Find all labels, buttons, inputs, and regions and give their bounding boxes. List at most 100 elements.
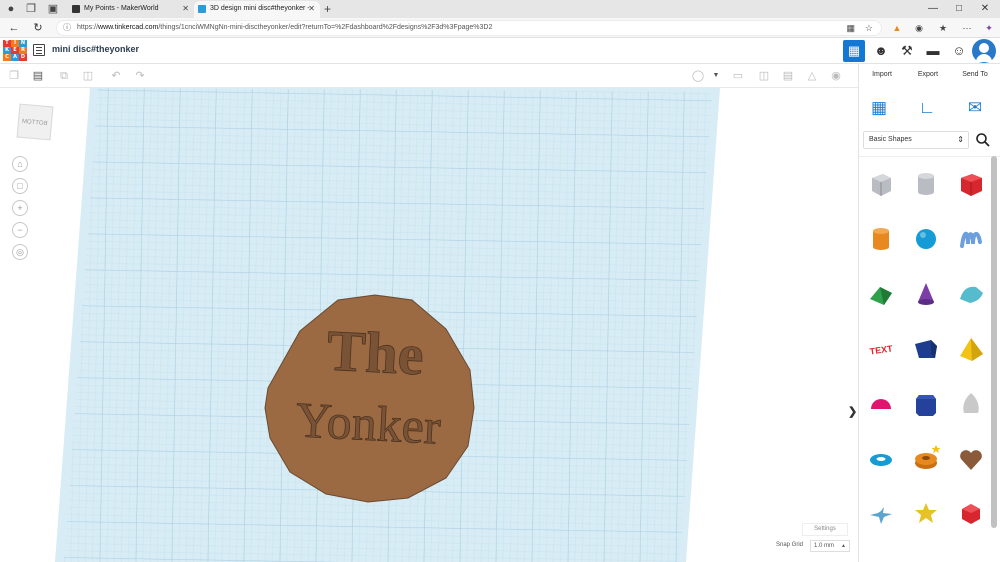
workplane-canvas[interactable]: The Yonker BOTTOM ⌂ □ + − ◎ Settings Sna… [0, 88, 858, 562]
group-icon[interactable]: ▭ [730, 68, 746, 84]
zoom-out-icon[interactable]: − [12, 222, 28, 238]
puzzle-icon[interactable]: ◉ [912, 20, 926, 36]
zoom-in-icon[interactable]: + [12, 200, 28, 216]
url-path: /things/1cnciWMNgNn-mini-disctheyonker/e… [158, 24, 493, 31]
home-view-icon[interactable]: ⌂ [12, 156, 28, 172]
bricks-icon[interactable]: ⚒ [896, 40, 918, 62]
view-cube[interactable]: BOTTOM [16, 103, 54, 141]
shape-half-sphere[interactable] [866, 389, 896, 419]
notes-icon[interactable]: ✉ [963, 96, 987, 120]
shape-star[interactable] [866, 499, 896, 529]
workspaces-icon[interactable]: ❐ [24, 2, 38, 16]
shape-cylinder-hole[interactable] [911, 169, 941, 199]
site-info-icon[interactable]: ⓘ [63, 21, 71, 35]
logo-letter: E [11, 47, 19, 54]
shape-sphere[interactable] [911, 224, 941, 254]
star-gold-icon [915, 503, 937, 523]
close-tab-icon[interactable]: ✕ [308, 1, 315, 17]
favorite-star-icon[interactable]: ☆ [865, 21, 873, 35]
shape-heart[interactable] [956, 444, 986, 474]
shape-paraboloid[interactable] [956, 389, 986, 419]
shape-category-select[interactable]: Basic Shapes ⇕ [863, 131, 969, 149]
close-window-icon[interactable]: ✕ [974, 0, 996, 18]
design-title[interactable]: mini disc#theyonker [52, 44, 139, 54]
redo-icon[interactable]: ↷ [132, 68, 148, 84]
shape-text[interactable]: TEXT [866, 334, 896, 364]
reload-icon[interactable]: ↻ [30, 20, 46, 36]
tab-tinkercad[interactable]: 3D design mini disc#theyonker - ✕ [194, 1, 320, 18]
url-input[interactable]: ⓘ https://www.tinkercad.com/things/1cnci… [56, 20, 882, 36]
fit-view-icon[interactable]: □ [12, 178, 28, 194]
copy-icon[interactable]: ❐ [6, 68, 22, 84]
scrollbar[interactable] [991, 156, 997, 528]
shape-roof[interactable] [866, 279, 896, 309]
tube-icon [915, 445, 941, 469]
light-bulb-icon[interactable]: ◯ [690, 68, 706, 84]
copilot-icon[interactable]: ✦ [982, 20, 996, 36]
shape-wedge[interactable] [911, 334, 941, 364]
box-icon [961, 174, 982, 196]
cruise-icon[interactable]: ◉ [828, 68, 844, 84]
extension-icon[interactable]: ▲ [890, 20, 904, 36]
cylinder-hole-icon [918, 173, 934, 195]
shape-torus[interactable] [866, 444, 896, 474]
settings-button[interactable]: Settings [802, 523, 848, 536]
browser-window: ● ❐ ▣ My Points - MakerWorld ✕ 3D design… [0, 0, 1000, 562]
disc-text-line2[interactable]: Yonker [294, 391, 443, 455]
3d-view-icon[interactable]: ▦ [843, 40, 865, 62]
shape-box[interactable] [956, 169, 986, 199]
tab-actions-icon[interactable]: ▣ [46, 2, 60, 16]
import-button[interactable]: Import [859, 64, 905, 88]
shape-box-hole[interactable] [866, 169, 896, 199]
more-icon[interactable]: ⋯ [960, 20, 974, 36]
perspective-icon[interactable]: ◎ [12, 244, 28, 260]
ruler-icon[interactable]: ∟ [915, 96, 939, 120]
shape-star-gold[interactable] [911, 499, 941, 529]
mirror-icon[interactable]: △ [804, 68, 820, 84]
shape-polygon[interactable] [911, 389, 941, 419]
panel-tabs: Import Export Send To [859, 64, 1000, 88]
shape-tube[interactable] [911, 444, 941, 474]
shape-round-roof[interactable] [956, 279, 986, 309]
duplicate-icon[interactable]: ⧉ [56, 68, 72, 84]
export-button[interactable]: Export [905, 64, 951, 88]
tab-makerworld[interactable]: My Points - MakerWorld ✕ [68, 1, 194, 18]
close-tab-icon[interactable]: ✕ [182, 1, 189, 17]
disc-text-line1[interactable]: The [325, 317, 426, 388]
workplane-grid[interactable]: The Yonker [0, 88, 858, 562]
snap-grid-value: 1.0 mm [814, 543, 835, 549]
url-prefix: https:// [77, 24, 99, 31]
design-list-icon[interactable] [33, 44, 45, 56]
logo-letter: K [3, 47, 11, 54]
undo-icon[interactable]: ↶ [108, 68, 124, 84]
blocks-icon[interactable]: ☻ [870, 40, 892, 62]
collapse-panel-icon[interactable]: ❯ [848, 405, 857, 418]
tinkercad-logo[interactable]: TIN KER CAD [3, 40, 27, 62]
add-user-icon[interactable]: ☺ [948, 40, 970, 62]
maximize-icon[interactable]: □ [948, 0, 970, 18]
avatar[interactable] [972, 39, 996, 63]
minimize-icon[interactable]: — [922, 0, 944, 18]
ungroup-icon[interactable]: ◫ [756, 68, 772, 84]
paste-icon[interactable]: ▤ [30, 68, 46, 84]
chevron-down-icon[interactable]: ▼ [708, 68, 724, 84]
shape-scribble[interactable] [956, 224, 986, 254]
new-tab-icon[interactable]: + [324, 1, 331, 17]
shape-icosahedron[interactable] [956, 499, 986, 529]
shape-pyramid[interactable] [956, 334, 986, 364]
delete-icon[interactable]: ◫ [80, 68, 96, 84]
logo-letter: D [19, 54, 27, 61]
search-icon[interactable] [975, 132, 991, 148]
shape-cone[interactable] [911, 279, 941, 309]
roof-icon [870, 287, 892, 305]
favorites-icon[interactable]: ★ [936, 20, 950, 36]
workplane-icon[interactable]: ▦ [867, 96, 891, 120]
lesson-icon[interactable]: ▬ [922, 40, 944, 62]
read-aloud-icon[interactable]: ▦ [846, 21, 855, 35]
profile-icon[interactable]: ● [4, 2, 18, 16]
back-icon[interactable]: ← [6, 20, 22, 36]
align-icon[interactable]: ▤ [780, 68, 796, 84]
shape-cylinder[interactable] [866, 224, 896, 254]
send-to-button[interactable]: Send To [951, 64, 999, 88]
snap-grid-select[interactable]: 1.0 mm ▲ [810, 540, 850, 552]
